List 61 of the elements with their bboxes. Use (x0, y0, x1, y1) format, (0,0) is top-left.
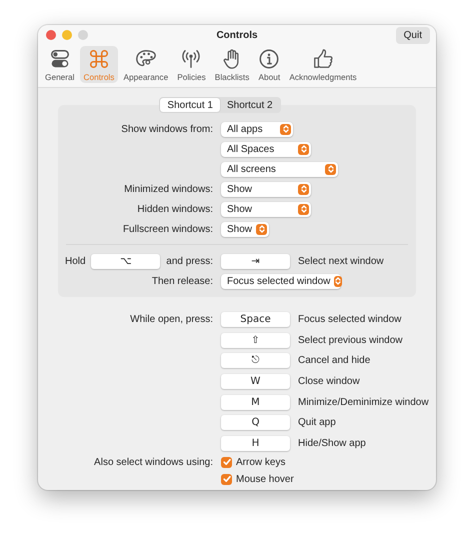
minimize-button[interactable] (62, 30, 72, 40)
action-label: Focus selected window (298, 314, 402, 325)
popup-button[interactable]: All screens (221, 162, 338, 176)
key-field[interactable]: H (221, 436, 290, 451)
toolbar-tab[interactable]: Blacklists (210, 46, 254, 83)
hold-label: Hold (65, 256, 86, 266)
checkbox[interactable] (221, 474, 232, 485)
checkbox-label: Mouse hover (236, 474, 294, 485)
release-label: Then release: (152, 276, 213, 286)
key-field[interactable]: Q (221, 415, 290, 430)
stepper-icon (280, 124, 291, 134)
popup-button[interactable]: All Spaces (221, 142, 311, 156)
key-field[interactable]: ⌥ (91, 254, 160, 268)
key-field[interactable]: ⇥ (221, 254, 290, 268)
key-field[interactable]: ⇧ (221, 332, 290, 348)
popup-button[interactable]: All apps (221, 122, 293, 136)
setting-label: Show windows from: (121, 124, 213, 134)
setting-label: Minimized windows: (124, 184, 213, 194)
checkbox[interactable] (221, 456, 232, 468)
key-field[interactable]: Space (221, 312, 290, 327)
thumbs-up-icon (312, 48, 334, 70)
stepper-icon (334, 276, 342, 286)
popup-button[interactable]: Show (221, 222, 269, 236)
toolbar-tab[interactable]: Policies (173, 46, 210, 83)
window-title: Controls (216, 30, 258, 40)
action-label: Cancel and hide (298, 355, 370, 366)
toolbar-tab[interactable]: General (41, 46, 79, 83)
toolbar-tab[interactable]: Acknowledgments (285, 46, 361, 83)
checkbox-label: Arrow keys (236, 456, 286, 468)
close-button[interactable] (46, 30, 56, 40)
setting-label: Hidden windows: (137, 204, 213, 214)
stepper-icon (325, 164, 336, 174)
popup-button[interactable]: Focus selected window (221, 274, 341, 288)
stepper-icon (298, 144, 309, 154)
action-label: Hide/Show app (298, 438, 366, 449)
command-icon (88, 48, 110, 70)
press-label: and press: (166, 256, 213, 266)
toolbar-tab[interactable]: About (254, 46, 284, 83)
toggles-icon (48, 48, 71, 70)
action-label: Close window (298, 376, 360, 387)
shortcut-tab[interactable]: Shortcut 1 (160, 98, 220, 112)
info-icon (258, 48, 280, 70)
while-open-label: While open, press: (130, 314, 213, 325)
action-label: Quit app (298, 417, 336, 428)
action-label: Select previous window (298, 334, 402, 346)
popup-button[interactable]: Show (221, 182, 311, 196)
action-label: Minimize/Deminimize window (298, 396, 429, 408)
key-field[interactable]: ⎋ (221, 353, 290, 368)
popup-button[interactable]: Show (221, 202, 311, 216)
stepper-icon (256, 224, 267, 234)
shortcut-tab[interactable]: Shortcut 2 (220, 98, 280, 112)
toolbar-tab[interactable]: Appearance (119, 46, 172, 83)
antenna-icon (180, 48, 202, 70)
action-label: Select next window (298, 256, 384, 266)
quit-button[interactable]: Quit (396, 26, 430, 44)
key-field[interactable]: W (221, 374, 290, 389)
setting-label: Fullscreen windows: (122, 224, 213, 234)
stepper-icon (298, 204, 309, 214)
key-field[interactable]: M (221, 394, 290, 410)
stepper-icon (298, 184, 309, 194)
also-select-label: Also select windows using: (94, 456, 213, 468)
